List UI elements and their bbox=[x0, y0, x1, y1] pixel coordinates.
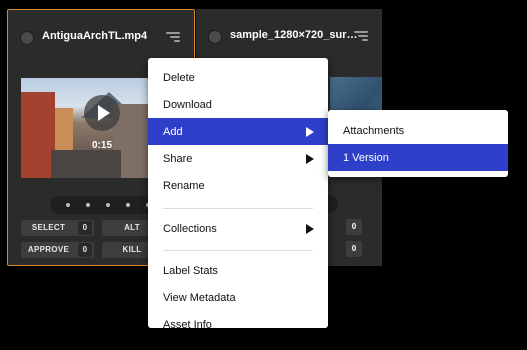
menu-item-collections[interactable]: Collections bbox=[148, 215, 328, 242]
status-dot-icon[interactable] bbox=[208, 30, 222, 44]
approve-tag-button[interactable]: APPROVE 0 bbox=[21, 242, 94, 258]
menu-item-rename[interactable]: Rename bbox=[148, 172, 328, 199]
menu-item-share[interactable]: Share bbox=[148, 145, 328, 172]
video-thumbnail[interactable] bbox=[21, 78, 153, 178]
card-menu-icon[interactable] bbox=[166, 32, 180, 42]
card-header: AntiguaArchTL.mp4 bbox=[8, 26, 194, 48]
card-title: sample_1280×720_sur… bbox=[230, 29, 358, 41]
menu-item-view-metadata[interactable]: View Metadata bbox=[148, 284, 328, 311]
submenu-item-attachments[interactable]: Attachments bbox=[328, 117, 508, 144]
add-submenu: Attachments 1 Version bbox=[328, 110, 508, 177]
menu-item-add[interactable]: Add bbox=[148, 118, 328, 145]
menu-item-download[interactable]: Download bbox=[148, 91, 328, 118]
tag-count: 0 bbox=[346, 241, 362, 257]
status-dot-icon[interactable] bbox=[20, 31, 34, 45]
menu-item-label-stats[interactable]: Label Stats bbox=[148, 257, 328, 284]
menu-item-delete[interactable]: Delete bbox=[148, 64, 328, 91]
card-header: sample_1280×720_sur… bbox=[196, 25, 382, 47]
play-icon[interactable] bbox=[84, 95, 120, 131]
submenu-item-version[interactable]: 1 Version bbox=[328, 144, 508, 171]
menu-divider bbox=[163, 250, 313, 251]
select-tag-button[interactable]: SELECT 0 bbox=[21, 220, 94, 236]
card-title: AntiguaArchTL.mp4 bbox=[42, 30, 148, 42]
approve-count: 0 bbox=[78, 243, 92, 257]
video-duration: 0:15 bbox=[92, 140, 113, 151]
tag-count: 0 bbox=[346, 219, 362, 235]
submenu-arrow-icon bbox=[306, 224, 314, 234]
context-menu: Delete Download Add Share Rename Collect… bbox=[148, 58, 328, 328]
select-count: 0 bbox=[78, 221, 92, 235]
card-menu-icon[interactable] bbox=[354, 31, 368, 41]
menu-divider bbox=[163, 208, 313, 209]
submenu-arrow-icon bbox=[306, 127, 314, 137]
submenu-arrow-icon bbox=[306, 154, 314, 164]
menu-item-asset-info[interactable]: Asset Info bbox=[148, 311, 328, 328]
